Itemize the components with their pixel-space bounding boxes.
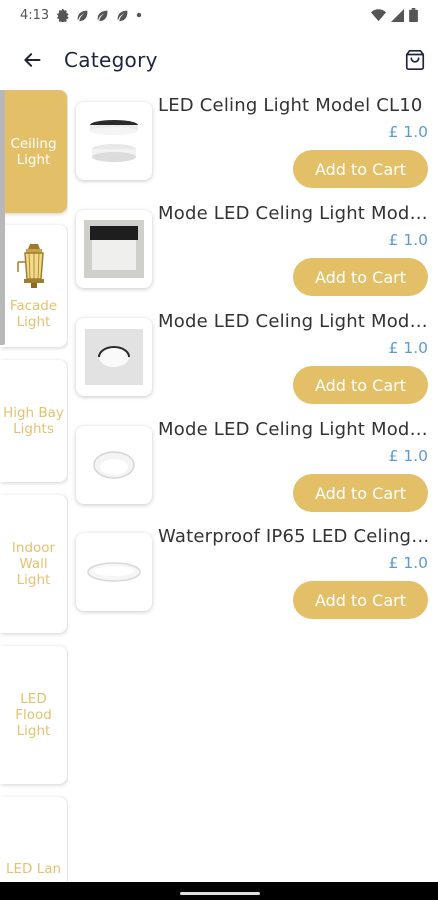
category-led-flood-light[interactable]: LED Flood Light [0,646,67,784]
system-nav-bar [0,882,438,900]
add-to-cart-button[interactable]: Add to Cart [293,474,428,512]
status-left: 4:13 [20,8,142,23]
product-price: £ 1.0 [388,231,428,249]
signal-icon [391,8,404,22]
status-time: 4:13 [20,7,50,23]
product-price: £ 1.0 [388,123,428,141]
ceiling-light-image [90,120,138,162]
category-label: High Bay Lights [3,405,64,437]
product-image[interactable] [76,318,152,396]
category-led-lantern[interactable]: LED Lan [0,797,67,882]
product-price: £ 1.0 [388,447,428,465]
category-high-bay-lights[interactable]: High Bay Lights [0,360,67,482]
product-card[interactable]: Mode LED Celing Light Model CL30 £ 1.0 A… [74,306,438,406]
category-label: Facade Light [9,298,58,330]
add-to-cart-button[interactable]: Add to Cart [293,366,428,404]
ceiling-light-image [85,329,143,385]
product-name: Mode LED Celing Light Model CL30 [158,311,430,332]
leaf-icon [77,10,88,21]
product-image[interactable] [76,102,152,180]
ceiling-light-image [84,220,144,278]
ceiling-light-image [93,451,135,479]
shopping-bag-icon [405,50,425,70]
product-name: LED Celing Light Model CL10 [158,95,423,116]
category-sidebar[interactable]: Ceiling Light Facade Light High Bay Ligh… [0,90,68,882]
page-title: Category [64,48,158,72]
product-image[interactable] [76,210,152,288]
product-name: Mode LED Celing Light Model CL20 [158,203,430,224]
product-card[interactable]: LED Celing Light Model CL10 £ 1.0 Add to… [74,90,438,190]
lantern-icon [16,244,44,288]
leaf-icon [117,10,128,21]
sidebar-scrollbar[interactable] [0,90,5,345]
category-indoor-wall-light[interactable]: Indoor Wall Light [0,495,67,633]
add-to-cart-button[interactable]: Add to Cart [293,150,428,188]
product-image[interactable] [76,533,152,611]
product-card[interactable]: Mode LED Celing Light Model CL20 £ 1.0 A… [74,198,438,298]
wifi-icon [371,8,386,21]
category-label: LED Lan [5,861,62,877]
category-label: LED Flood Light [15,691,52,739]
dot-icon [137,12,142,18]
leaf-icon [97,10,108,21]
arrow-left-icon [24,53,41,67]
cart-button[interactable] [402,47,428,73]
home-handle[interactable] [180,892,260,895]
category-label: Indoor Wall Light [11,540,56,588]
back-button[interactable] [20,48,44,72]
status-right [371,8,418,22]
product-price: £ 1.0 [388,339,428,357]
gear-icon [57,8,69,22]
product-card[interactable]: Mode LED Celing Light Model CL40 £ 1.0 A… [74,414,438,514]
category-label: Ceiling Light [10,135,57,168]
add-to-cart-button[interactable]: Add to Cart [293,258,428,296]
ceiling-light-image [87,562,141,582]
app-bar: Category [0,30,438,90]
product-card[interactable]: Waterproof IP65 LED Celing Light £ 1.0 A… [74,521,438,621]
status-bar: 4:13 [0,0,438,30]
product-image[interactable] [76,426,152,504]
category-ceiling-light[interactable]: Ceiling Light [0,90,67,213]
battery-icon [409,8,418,22]
product-price: £ 1.0 [388,554,428,572]
product-name: Mode LED Celing Light Model CL40 [158,419,430,440]
category-facade-light[interactable]: Facade Light [0,225,67,347]
product-name: Waterproof IP65 LED Celing Light [158,526,430,547]
add-to-cart-button[interactable]: Add to Cart [293,581,428,619]
